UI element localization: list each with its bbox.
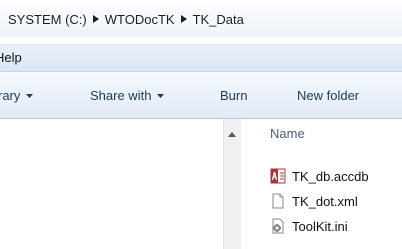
caret-down-icon [157,93,165,98]
access-database-icon [270,168,286,184]
library-button[interactable]: rary [0,88,34,103]
share-with-label: Share with [90,88,152,103]
file-item-tk-dot-xml[interactable]: TK_dot.xml [270,191,358,211]
chevron-right-icon[interactable] [92,15,99,23]
command-toolbar: rary Share with Burn New folder [0,72,402,119]
scroll-up-arrow-icon[interactable] [228,124,236,142]
breadcrumb-item-system-c[interactable]: SYSTEM (C:) [8,12,87,27]
breadcrumb-item-tk-data[interactable]: TK_Data [193,12,244,27]
settings-file-icon [270,218,286,234]
library-label: rary [0,88,21,103]
address-bar[interactable]: SYSTEM (C:) WTODocTK TK_Data [0,0,402,37]
breadcrumb-item-wtodoctk[interactable]: WTODocTK [105,12,175,27]
navigation-scrollbar[interactable] [223,119,241,249]
file-item-toolkit-ini[interactable]: ToolKit.ini [270,216,348,236]
burn-button[interactable]: Burn [220,88,247,103]
menu-help[interactable]: Help [0,50,22,65]
file-item-tk-db-accdb[interactable]: TK_db.accdb [270,166,369,186]
new-folder-label: New folder [297,88,360,103]
menu-bar: Help [0,44,402,72]
chevron-right-icon[interactable] [180,15,187,23]
file-name: TK_db.accdb [292,168,369,184]
navigation-pane[interactable] [0,119,223,249]
column-header-name[interactable]: Name [270,126,305,141]
document-icon [270,193,286,209]
breadcrumb: SYSTEM (C:) WTODocTK TK_Data [8,9,244,29]
new-folder-button[interactable]: New folder [297,88,359,103]
file-name: TK_dot.xml [292,193,358,209]
share-with-button[interactable]: Share with [90,88,165,103]
burn-label: Burn [220,88,248,103]
caret-down-icon [26,93,34,98]
file-name: ToolKit.ini [292,218,348,234]
